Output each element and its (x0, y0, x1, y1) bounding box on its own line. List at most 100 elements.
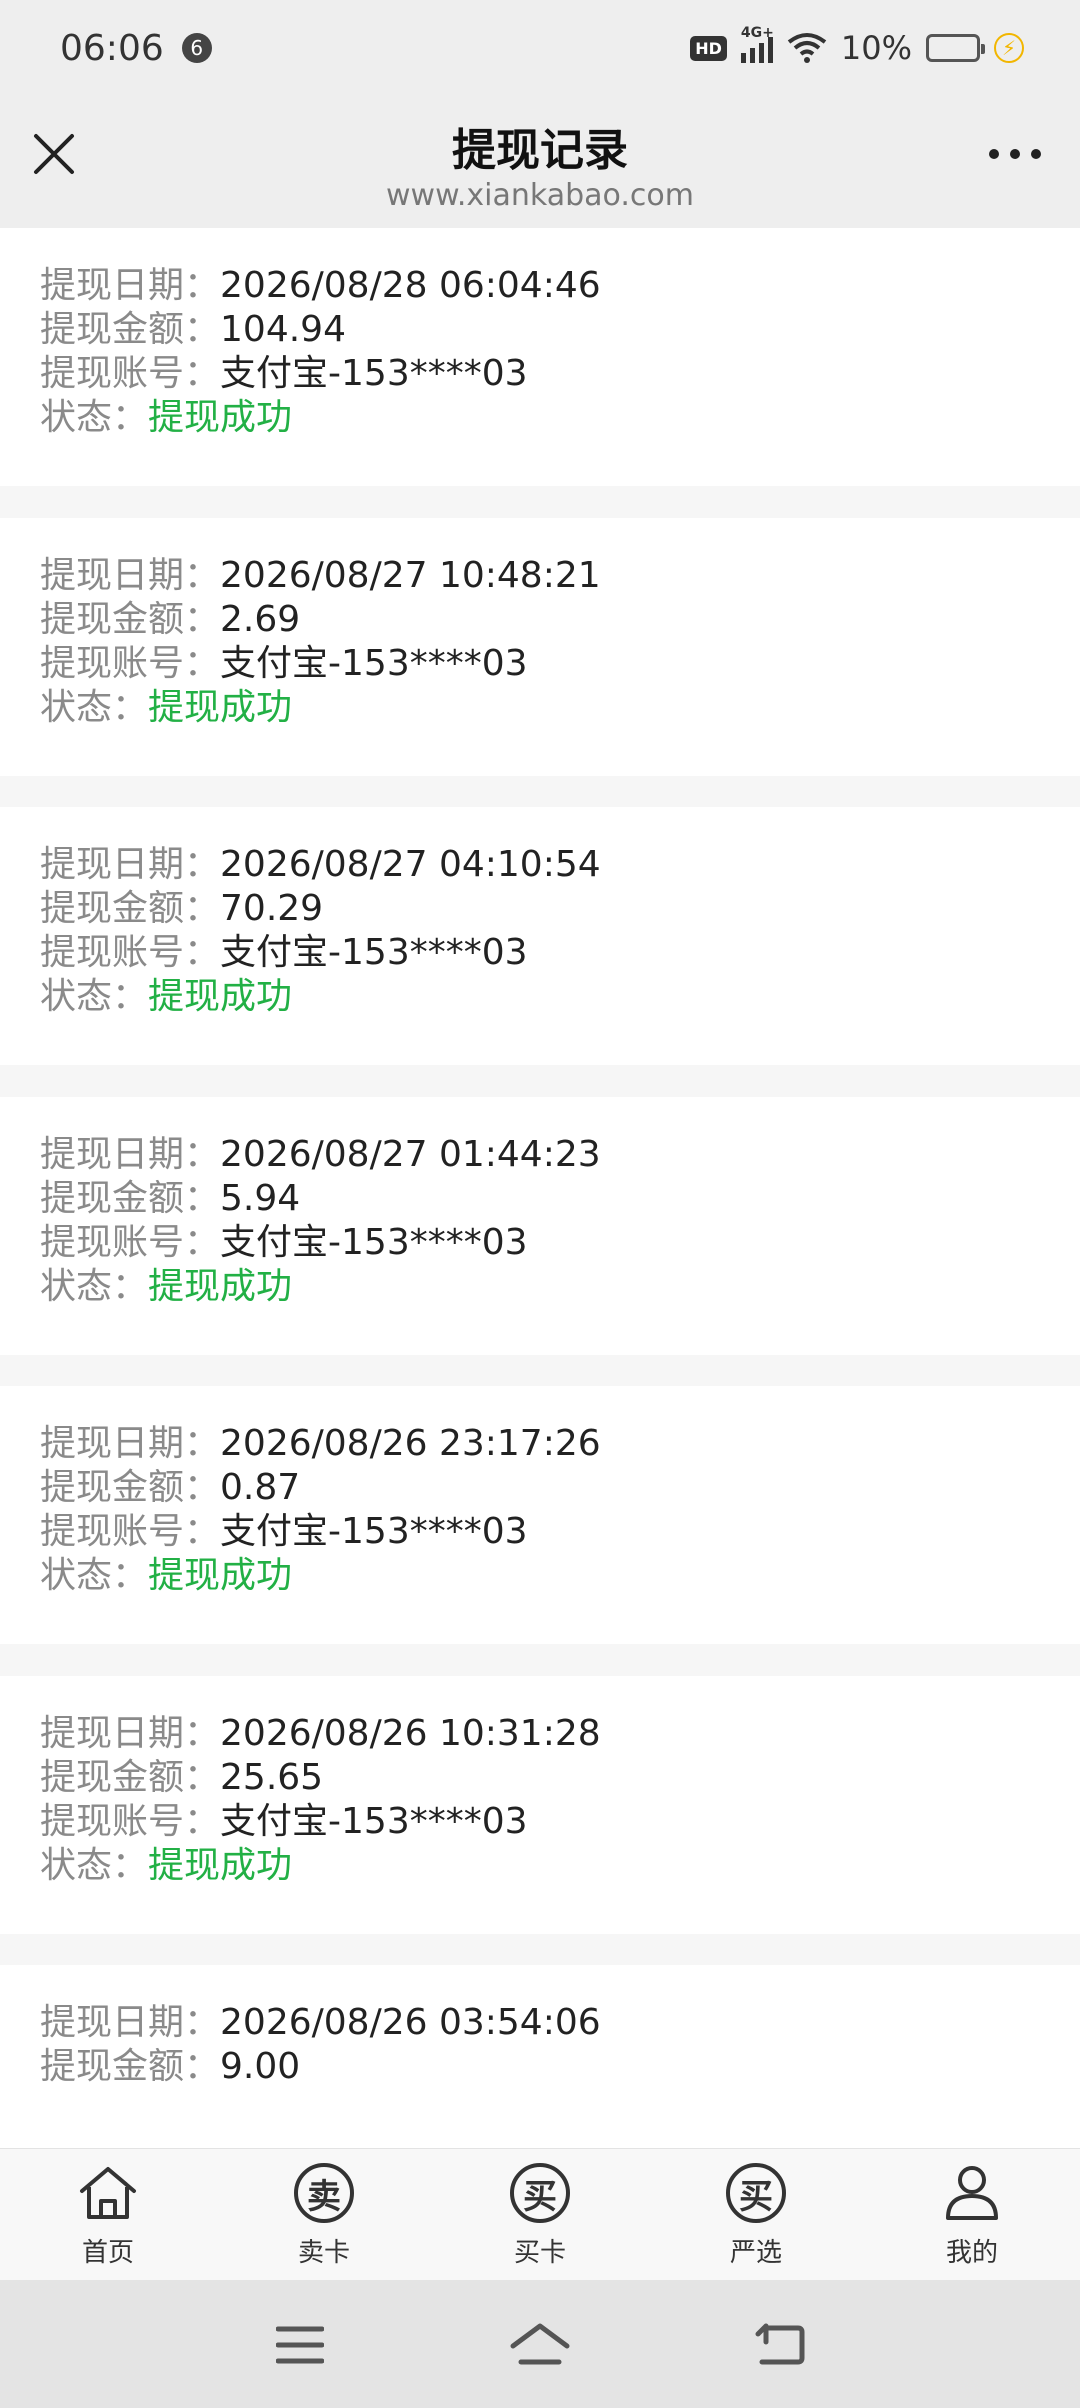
tab-sell-card-label: 卖卡 (297, 2238, 350, 2268)
back-button[interactable] (745, 2310, 815, 2380)
record-account-row: 提现账号：支付宝-153****03 (40, 1510, 1080, 1554)
account-label: 提现账号： (40, 1222, 221, 1263)
record-status-row: 状态：提现成功 (40, 1554, 1080, 1598)
battery-icon (926, 34, 985, 62)
status-value: 提现成功 (148, 1266, 293, 1307)
tab-sell-card[interactable]: 卖 卖卡 (234, 2160, 414, 2269)
date-label: 提现日期： (40, 555, 221, 596)
more-options-button[interactable] (980, 122, 1050, 186)
account-label: 提现账号： (40, 353, 221, 394)
amount-label: 提现金额： (40, 888, 221, 929)
record-amount-row: 提现金额：0.87 (40, 1466, 1080, 1510)
status-label: 状态： (40, 976, 149, 1017)
amount-label: 提现金额： (40, 599, 221, 640)
wifi-icon (787, 33, 827, 63)
charging-icon: ⚡ (994, 33, 1024, 63)
amount-label: 提现金额： (40, 1467, 221, 1508)
date-value: 2026/08/26 23:17:26 (220, 1423, 601, 1464)
amount-label: 提现金额： (40, 1178, 221, 1219)
network-type-label: 4G+ (740, 25, 774, 41)
cellular-signal-icon: 4G+ (740, 25, 774, 63)
status-left: 06:06 6 (60, 28, 212, 69)
record-amount-row: 提现金额：2.69 (40, 598, 1080, 642)
status-label: 状态： (40, 1555, 149, 1596)
record-status-row: 状态：提现成功 (40, 1844, 1080, 1888)
date-value: 2026/08/26 03:54:06 (220, 2002, 601, 2043)
home-icon (75, 2160, 141, 2226)
record-item[interactable]: 提现日期：2026/08/27 01:44:23 提现金额：5.94 提现账号：… (0, 1097, 1080, 1355)
back-icon (755, 2323, 805, 2365)
date-label: 提现日期： (40, 265, 221, 306)
amount-label: 提现金额： (40, 2046, 221, 2087)
date-value: 2026/08/27 10:48:21 (220, 555, 601, 596)
date-value: 2026/08/26 10:31:28 (220, 1713, 601, 1754)
record-date-row: 提现日期：2026/08/26 03:54:06 (40, 2001, 1080, 2045)
page-title: 提现记录 (452, 125, 628, 176)
notification-count-badge: 6 (181, 33, 212, 63)
record-date-row: 提现日期：2026/08/26 10:31:28 (40, 1712, 1080, 1756)
record-item[interactable]: 提现日期：2026/08/26 10:31:28 提现金额：25.65 提现账号… (0, 1676, 1080, 1934)
record-list[interactable]: 提现日期：2026/08/28 06:04:46 提现金额：104.94 提现账… (0, 228, 1080, 2148)
tab-home-label: 首页 (81, 2238, 134, 2268)
record-item[interactable]: 提现日期：2026/08/26 23:17:26 提现金额：0.87 提现账号：… (0, 1386, 1080, 1644)
status-label: 状态： (40, 687, 149, 728)
record-item[interactable]: 提现日期：2026/08/26 03:54:06 提现金额：9.00 (0, 1965, 1080, 2148)
status-label: 状态： (40, 397, 149, 438)
record-date-row: 提现日期：2026/08/26 23:17:26 (40, 1422, 1080, 1466)
tab-select[interactable]: 买 严选 (666, 2160, 846, 2269)
record-item[interactable]: 提现日期：2026/08/27 10:48:21 提现金额：2.69 提现账号：… (0, 518, 1080, 776)
record-date-row: 提现日期：2026/08/27 01:44:23 (40, 1133, 1080, 1177)
account-value: 支付宝-153****03 (220, 353, 528, 394)
amount-label: 提现金额： (40, 1757, 221, 1798)
date-label: 提现日期： (40, 1134, 221, 1175)
record-status-row: 状态：提现成功 (40, 1265, 1080, 1309)
record-date-row: 提现日期：2026/08/27 10:48:21 (40, 554, 1080, 598)
record-status-row: 状态：提现成功 (40, 396, 1080, 440)
record-date-row: 提现日期：2026/08/28 06:04:46 (40, 264, 1080, 308)
battery-percent: 10% (840, 29, 912, 67)
record-amount-row: 提现金额：9.00 (40, 2045, 1080, 2089)
record-account-row: 提现账号：支付宝-153****03 (40, 642, 1080, 686)
account-value: 支付宝-153****03 (220, 1801, 528, 1842)
content-area: 提现日期：2026/08/28 06:04:46 提现金额：104.94 提现账… (0, 228, 1080, 2148)
status-bar: 06:06 6 HD 4G+ 10% ⚡ (0, 0, 1080, 96)
sell-icon: 卖 (291, 2160, 357, 2226)
nav-header: 提现记录 www.xiankabao.com (0, 96, 1080, 228)
amount-value: 9.00 (220, 2046, 301, 2087)
amount-value: 25.65 (220, 1757, 324, 1798)
account-value: 支付宝-153****03 (220, 932, 528, 973)
status-value: 提现成功 (148, 687, 293, 728)
record-item[interactable]: 提现日期：2026/08/28 06:04:46 提现金额：104.94 提现账… (0, 228, 1080, 486)
record-status-row: 状态：提现成功 (40, 975, 1080, 1019)
home-nav-button[interactable] (505, 2310, 575, 2380)
hd-icon: HD (690, 35, 727, 61)
amount-value: 104.94 (220, 309, 346, 350)
date-label: 提现日期： (40, 2002, 221, 2043)
tab-mine-label: 我的 (945, 2238, 998, 2268)
status-time: 06:06 (60, 27, 164, 69)
tab-mine[interactable]: 我的 (882, 2160, 1062, 2269)
tab-buy-card[interactable]: 买 买卡 (450, 2160, 630, 2269)
date-label: 提现日期： (40, 1713, 221, 1754)
status-value: 提现成功 (148, 1845, 293, 1886)
recent-apps-button[interactable] (265, 2310, 335, 2380)
record-amount-row: 提现金额：70.29 (40, 887, 1080, 931)
buy-icon: 买 (507, 2160, 573, 2226)
system-nav-bar (0, 2280, 1080, 2408)
record-account-row: 提现账号：支付宝-153****03 (40, 352, 1080, 396)
account-value: 支付宝-153****03 (220, 1222, 528, 1263)
amount-value: 5.94 (220, 1178, 301, 1219)
account-value: 支付宝-153****03 (220, 1511, 528, 1552)
select-icon: 买 (723, 2160, 789, 2226)
status-value: 提现成功 (148, 397, 293, 438)
record-account-row: 提现账号：支付宝-153****03 (40, 1221, 1080, 1265)
bottom-tab-bar: 首页 卖 卖卡 买 买卡 买 严选 我的 (0, 2148, 1080, 2280)
date-label: 提现日期： (40, 1423, 221, 1464)
record-item[interactable]: 提现日期：2026/08/27 04:10:54 提现金额：70.29 提现账号… (0, 807, 1080, 1065)
date-label: 提现日期： (40, 844, 221, 885)
tab-home[interactable]: 首页 (18, 2160, 198, 2269)
record-account-row: 提现账号：支付宝-153****03 (40, 1800, 1080, 1844)
record-amount-row: 提现金额：104.94 (40, 308, 1080, 352)
tab-select-label: 严选 (729, 2238, 782, 2268)
tab-buy-card-label: 买卡 (513, 2238, 566, 2268)
